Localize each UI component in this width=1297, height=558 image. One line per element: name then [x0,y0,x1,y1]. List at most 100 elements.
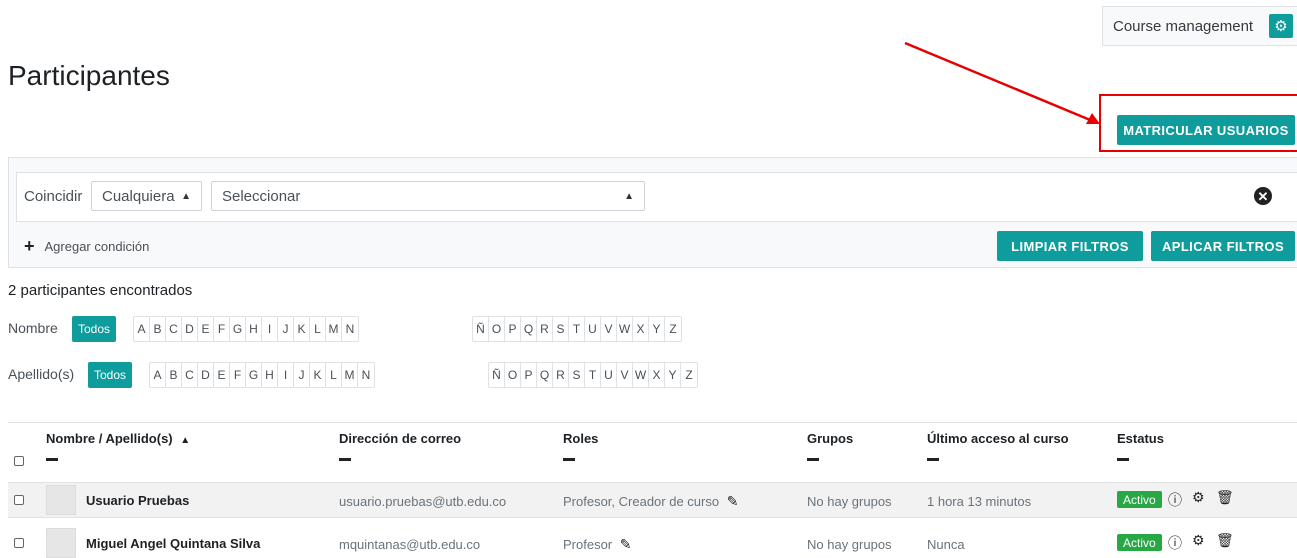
first-name-all-button[interactable]: Todos [72,316,117,342]
apply-filters-button[interactable]: APLICAR FILTROS [1151,231,1295,261]
first-name-letter-J[interactable]: J [278,317,294,341]
user-name-link[interactable]: Usuario Pruebas [86,493,189,508]
first-name-letter-B[interactable]: B [150,317,166,341]
last-name-letter-B[interactable]: B [166,363,182,387]
collapse-last-access-icon[interactable] [927,458,939,461]
trash-icon[interactable]: 🗑 [1216,532,1234,549]
last-name-letter-H[interactable]: H [262,363,278,387]
last-name-letter-Ñ[interactable]: Ñ [489,363,505,387]
last-name-letter-F[interactable]: F [230,363,246,387]
match-select[interactable]: Cualquiera ▲ [91,181,202,211]
first-name-letter-E[interactable]: E [198,317,214,341]
collapse-email-icon[interactable] [339,458,351,461]
last-name-letter-E[interactable]: E [214,363,230,387]
pencil-icon[interactable]: ✎ [620,536,632,552]
first-name-letter-F[interactable]: F [214,317,230,341]
user-name-link[interactable]: Miguel Angel Quintana Silva [86,536,260,551]
column-header-email[interactable]: Dirección de correo [339,431,461,446]
first-name-letter-S[interactable]: S [553,317,569,341]
column-header-last-access[interactable]: Último acceso al curso [927,431,1069,446]
filter-row [16,172,1297,222]
pencil-icon[interactable]: ✎ [727,493,739,509]
remove-condition-icon[interactable]: ✕ [1254,187,1272,205]
last-name-letter-U[interactable]: U [601,363,617,387]
gear-icon[interactable]: ⚙ [1192,532,1205,549]
first-name-letter-Z[interactable]: Z [665,317,681,341]
first-name-letter-K[interactable]: K [294,317,310,341]
first-name-letter-M[interactable]: M [326,317,342,341]
last-name-letter-D[interactable]: D [198,363,214,387]
add-condition-link[interactable]: + Agregar condición [24,236,149,257]
last-name-letters-group-2: ÑOPQRSTUVWXYZ [488,362,698,388]
collapse-groups-icon[interactable] [807,458,819,461]
last-name-letter-X[interactable]: X [649,363,665,387]
first-name-letter-W[interactable]: W [617,317,633,341]
first-name-letter-A[interactable]: A [134,317,150,341]
first-name-letter-Ñ[interactable]: Ñ [473,317,489,341]
last-name-letter-P[interactable]: P [521,363,537,387]
course-management-button[interactable]: Course management ⚙ [1102,6,1297,46]
status-badge: Activo [1117,534,1162,551]
first-name-letter-X[interactable]: X [633,317,649,341]
enrol-users-button[interactable]: MATRICULAR USUARIOS [1117,115,1295,145]
last-name-letter-G[interactable]: G [246,363,262,387]
row-select-checkbox[interactable] [14,495,24,505]
last-name-letter-Y[interactable]: Y [665,363,681,387]
first-name-letter-L[interactable]: L [310,317,326,341]
first-name-letter-H[interactable]: H [246,317,262,341]
last-name-letter-Q[interactable]: Q [537,363,553,387]
info-icon[interactable]: ⓘ [1168,533,1182,553]
user-roles-text: Profesor [563,537,613,552]
column-header-roles[interactable]: Roles [563,431,598,446]
trash-icon[interactable]: 🗑 [1216,489,1234,506]
first-name-letter-P[interactable]: P [505,317,521,341]
first-name-letter-Q[interactable]: Q [521,317,537,341]
collapse-name-icon[interactable] [46,458,58,461]
last-name-letter-N[interactable]: N [358,363,374,387]
plus-icon: + [24,236,35,256]
row-select-checkbox[interactable] [14,538,24,548]
select-all-checkbox[interactable] [14,456,24,466]
last-name-letter-C[interactable]: C [182,363,198,387]
last-name-letter-T[interactable]: T [585,363,601,387]
last-name-all-button[interactable]: Todos [88,362,133,388]
last-name-letter-O[interactable]: O [505,363,521,387]
last-name-letter-L[interactable]: L [326,363,342,387]
collapse-roles-icon[interactable] [563,458,575,461]
last-name-letter-V[interactable]: V [617,363,633,387]
first-name-letter-U[interactable]: U [585,317,601,341]
last-name-letter-J[interactable]: J [294,363,310,387]
last-name-letter-Z[interactable]: Z [681,363,697,387]
last-name-letter-A[interactable]: A [150,363,166,387]
collapse-status-icon[interactable] [1117,458,1129,461]
first-name-letter-R[interactable]: R [537,317,553,341]
info-icon[interactable]: ⓘ [1168,490,1182,510]
clear-filters-button[interactable]: LIMPIAR FILTROS [997,231,1143,261]
column-header-status[interactable]: Estatus [1117,431,1164,446]
first-name-letter-I[interactable]: I [262,317,278,341]
first-name-letter-N[interactable]: N [342,317,358,341]
last-name-letter-R[interactable]: R [553,363,569,387]
last-name-letters-group-1: ABCDEFGHIJKLMN [149,362,375,388]
first-name-letter-D[interactable]: D [182,317,198,341]
user-email: usuario.pruebas@utb.edu.co [339,494,507,509]
first-name-letter-T[interactable]: T [569,317,585,341]
last-name-letter-M[interactable]: M [342,363,358,387]
column-header-groups[interactable]: Grupos [807,431,853,446]
gear-icon[interactable]: ⚙ [1192,489,1205,506]
first-name-letter-Y[interactable]: Y [649,317,665,341]
last-name-letter-K[interactable]: K [310,363,326,387]
last-name-letter-I[interactable]: I [278,363,294,387]
first-name-letter-G[interactable]: G [230,317,246,341]
first-name-letter-V[interactable]: V [601,317,617,341]
user-groups: No hay grupos [807,494,892,509]
filter-field-value: Seleccionar [222,187,301,205]
first-name-letter-O[interactable]: O [489,317,505,341]
first-name-letter-C[interactable]: C [166,317,182,341]
match-select-value: Cualquiera [102,187,175,205]
column-header-name[interactable]: Nombre / Apellido(s) ▲ [46,431,190,446]
last-name-letter-S[interactable]: S [569,363,585,387]
match-label: Coincidir [24,188,83,205]
filter-field-select[interactable]: Seleccionar ▲ [211,181,645,211]
last-name-letter-W[interactable]: W [633,363,649,387]
